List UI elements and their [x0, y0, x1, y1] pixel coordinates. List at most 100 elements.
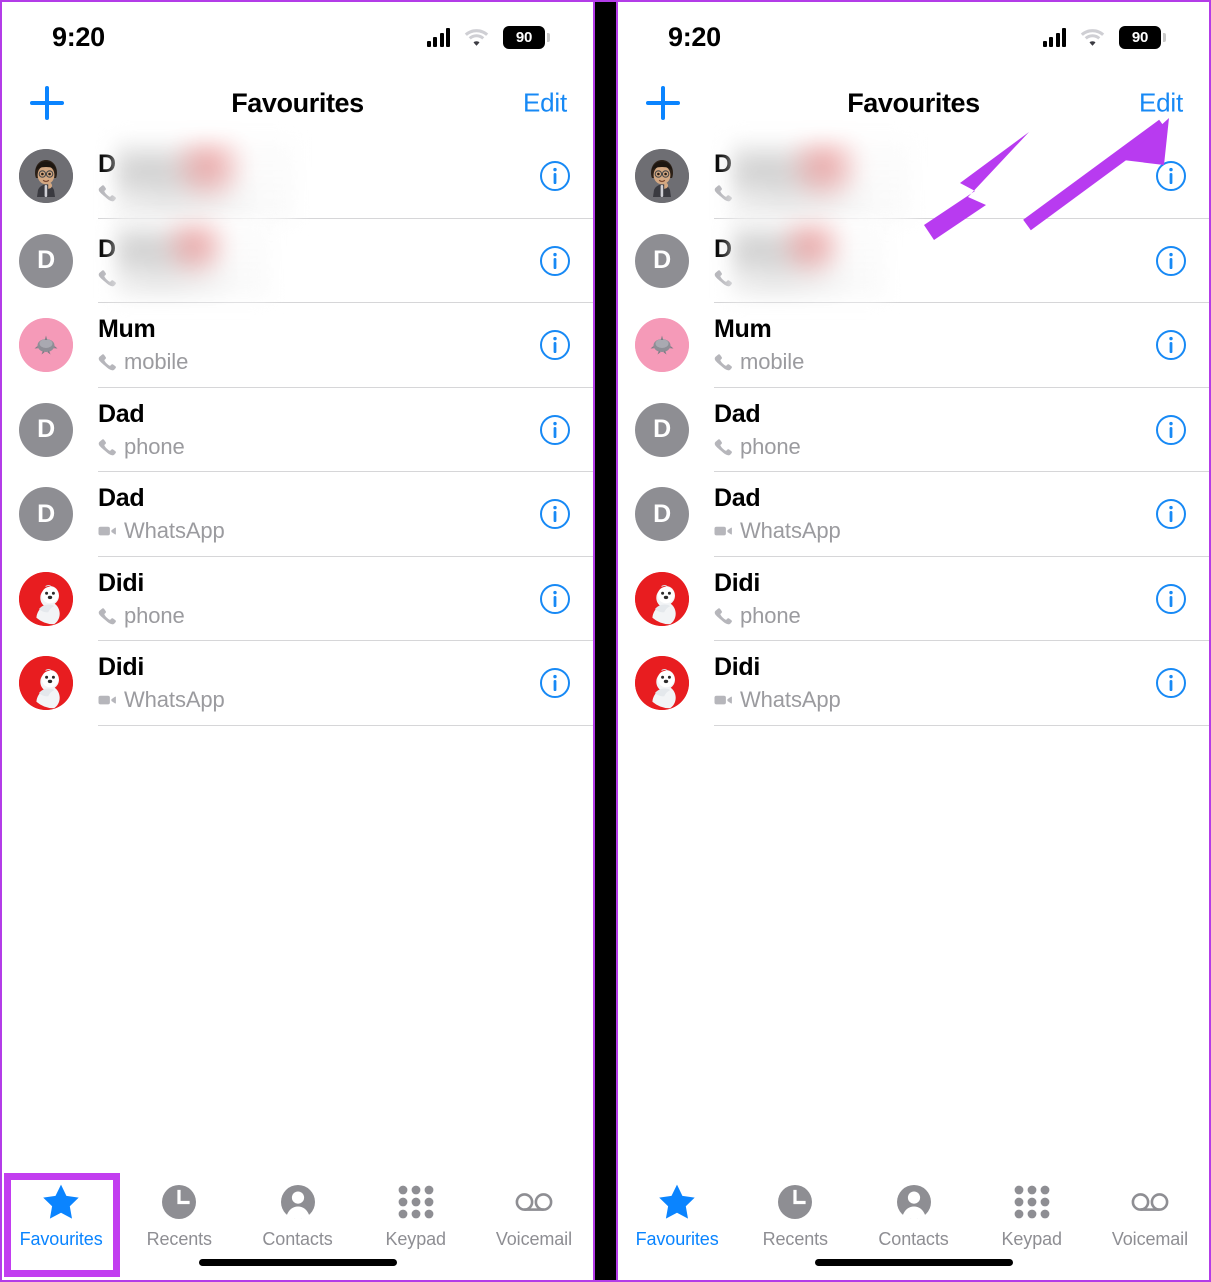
tab-favourites[interactable]: Favourites	[2, 1182, 120, 1250]
favourite-row-text: D	[714, 150, 1155, 202]
clock-icon	[775, 1182, 815, 1222]
favourite-row[interactable]: Didi phone	[618, 557, 1209, 642]
contact-subtitle-label: phone	[740, 433, 801, 459]
add-favourite-button[interactable]	[646, 86, 680, 120]
status-bar: 9:20 90	[2, 2, 593, 72]
tab-label: Contacts	[878, 1229, 949, 1249]
favourite-row[interactable]: Didi WhatsApp	[618, 641, 1209, 726]
avatar-initial: D	[37, 246, 55, 275]
phone-icon	[714, 269, 732, 287]
tab-contacts[interactable]: Contacts	[238, 1182, 356, 1250]
tab-label: Keypad	[1001, 1229, 1062, 1249]
favourite-row-text: Dad phone	[98, 400, 539, 460]
contact-subtitle: WhatsApp	[714, 687, 1155, 713]
contact-info-button[interactable]	[539, 329, 571, 361]
navigation-bar: Favourites Edit	[618, 72, 1209, 134]
favourite-row[interactable]: DD	[2, 219, 593, 304]
contact-subtitle-label: phone	[740, 602, 801, 628]
favourite-row[interactable]: D Dad WhatsApp	[618, 472, 1209, 557]
avatar	[19, 149, 73, 204]
favourite-row[interactable]: Didi phone	[2, 557, 593, 642]
favourite-row[interactable]: D Dad phone	[618, 388, 1209, 473]
tab-keypad[interactable]: Keypad	[357, 1182, 475, 1250]
contact-subtitle	[714, 184, 1155, 202]
contact-subtitle: mobile	[98, 349, 539, 375]
battery-level-text: 90	[1131, 28, 1149, 46]
avatar-initial: D	[37, 499, 55, 528]
clock-icon	[159, 1182, 199, 1222]
favourites-list: D D D Mum mobile D Dad phone D Dad WhatsApp Didi pho…	[618, 134, 1209, 1168]
tab-voicemail[interactable]: Voicemail	[475, 1182, 593, 1250]
favourite-row[interactable]: D	[618, 134, 1209, 219]
edit-button[interactable]: Edit	[523, 88, 567, 119]
person-icon	[894, 1182, 934, 1222]
avatar	[635, 149, 689, 204]
contact-name: Didi	[98, 653, 145, 682]
favourite-row-text: Didi WhatsApp	[98, 653, 539, 713]
contact-info-button[interactable]	[1155, 583, 1187, 615]
phone-icon	[714, 438, 732, 456]
phone-icon	[98, 269, 116, 287]
video-camera-icon	[98, 522, 116, 540]
contact-info-button[interactable]	[1155, 245, 1187, 277]
contact-info-button[interactable]	[539, 583, 571, 615]
favourite-row[interactable]: Mum mobile	[2, 303, 593, 388]
contact-info-button[interactable]	[539, 498, 571, 530]
favourite-row-text: Didi phone	[98, 569, 539, 629]
tab-label: Favourites	[19, 1229, 103, 1249]
favourite-row[interactable]: D Dad WhatsApp	[2, 472, 593, 557]
keypad-dots-icon	[396, 1182, 436, 1222]
favourite-row[interactable]: Mum mobile	[618, 303, 1209, 388]
contact-name: Didi	[98, 568, 145, 597]
favourite-row[interactable]: Didi WhatsApp	[2, 641, 593, 726]
status-bar: 9:20 90	[618, 2, 1209, 72]
contact-subtitle	[98, 184, 539, 202]
tab-contacts[interactable]: Contacts	[854, 1182, 972, 1250]
contact-name: Dad	[714, 484, 761, 513]
contact-name: Didi	[714, 653, 761, 682]
tab-favourites[interactable]: Favourites	[618, 1182, 736, 1250]
favourite-row-text: D	[98, 235, 539, 287]
contact-subtitle: phone	[98, 603, 539, 629]
contact-info-button[interactable]	[1155, 667, 1187, 699]
contact-info-button[interactable]	[539, 245, 571, 277]
favourite-row[interactable]: D	[2, 134, 593, 219]
contact-subtitle: WhatsApp	[98, 518, 539, 544]
avatar: D	[19, 487, 73, 542]
tab-label: Voicemail	[495, 1229, 572, 1249]
screenshot-root: 9:20 90 Favourites Edit D D D Mum mobile D Dad phon…	[0, 0, 1211, 1282]
contact-info-button[interactable]	[539, 667, 571, 699]
navigation-bar: Favourites Edit	[2, 72, 593, 134]
add-favourite-button[interactable]	[30, 86, 64, 120]
phone-app-panel-left: 9:20 90 Favourites Edit D D D Mum mobile D Dad phon…	[2, 2, 593, 1280]
avatar	[19, 656, 73, 711]
tab-keypad[interactable]: Keypad	[973, 1182, 1091, 1250]
favourite-row-text: Dad WhatsApp	[714, 484, 1155, 544]
contact-subtitle-label: mobile	[740, 349, 805, 375]
favourite-row[interactable]: D Dad phone	[2, 388, 593, 473]
tab-voicemail[interactable]: Voicemail	[1091, 1182, 1209, 1250]
contact-info-button[interactable]	[539, 414, 571, 446]
phone-icon	[98, 438, 116, 456]
contact-info-button[interactable]	[1155, 160, 1187, 192]
edit-button[interactable]: Edit	[1139, 88, 1183, 119]
video-camera-icon	[714, 522, 732, 540]
favourite-row-text: D	[98, 150, 539, 202]
favourite-row-text: Mum mobile	[98, 315, 539, 375]
contact-name: Didi	[714, 568, 761, 597]
favourite-row[interactable]: DD	[618, 219, 1209, 304]
contact-info-button[interactable]	[539, 160, 571, 192]
contact-subtitle-label: phone	[124, 602, 185, 628]
contact-info-button[interactable]	[1155, 498, 1187, 530]
contact-info-button[interactable]	[1155, 329, 1187, 361]
phone-icon	[98, 353, 116, 371]
status-bar-time: 9:20	[52, 21, 105, 52]
contact-name: D	[98, 150, 116, 179]
tab-recents[interactable]: Recents	[736, 1182, 854, 1250]
wifi-icon	[1080, 28, 1105, 47]
avatar-initial: D	[653, 415, 671, 444]
tab-recents[interactable]: Recents	[120, 1182, 238, 1250]
favourites-list: D D D Mum mobile D Dad phone D Dad WhatsApp Didi pho…	[2, 134, 593, 1168]
contact-info-button[interactable]	[1155, 414, 1187, 446]
status-bar-indicators: 90	[426, 25, 550, 49]
